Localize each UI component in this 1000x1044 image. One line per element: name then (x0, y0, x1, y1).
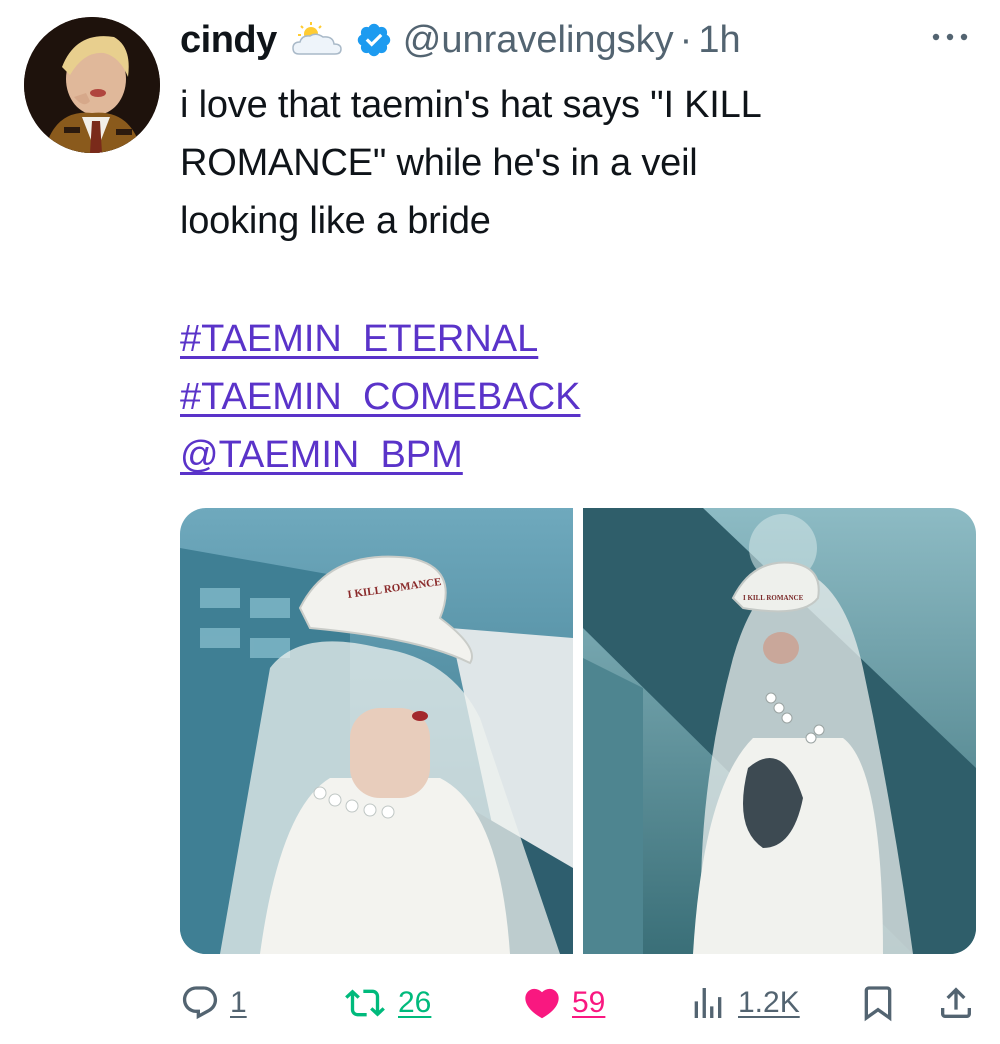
repost-count: 26 (398, 986, 432, 1019)
tweet-text-line: ROMANCE" while he's in a veil (180, 142, 698, 184)
cloud-sun-emoji-icon (289, 22, 345, 58)
share-icon (941, 987, 971, 1018)
views-icon (694, 988, 722, 1018)
like-icon (525, 988, 559, 1019)
views-button[interactable]: 1.2K (688, 980, 800, 1026)
separator-dot: · (679, 18, 693, 61)
hat-text: I KILL ROMANCE (743, 594, 804, 602)
media-photo[interactable]: I KILL ROMANCE (180, 508, 573, 954)
bookmark-button[interactable] (858, 980, 898, 1026)
reply-icon (182, 986, 218, 1020)
tweet-header: cindy @unravelingsky · 1h (180, 14, 741, 66)
views-count: 1.2K (738, 986, 800, 1019)
mention-link[interactable]: @TAEMIN_BPM (180, 426, 580, 484)
share-button[interactable] (936, 980, 976, 1026)
verified-badge-icon (355, 21, 393, 59)
reply-count: 1 (230, 986, 247, 1019)
hashtag-link[interactable]: #TAEMIN_ETERNAL (180, 310, 580, 368)
tweet-text-line: i love that taemin's hat says "I KILL (180, 84, 762, 126)
user-handle[interactable]: @unravelingsky (403, 19, 674, 62)
repost-icon (345, 989, 385, 1017)
reply-button[interactable]: 1 (180, 980, 247, 1026)
more-icon[interactable] (928, 22, 972, 52)
avatar-image (24, 17, 160, 153)
bookmark-icon (864, 986, 892, 1022)
tweet-text: i love that taemin's hat says "I KILL RO… (180, 76, 970, 250)
avatar[interactable] (24, 17, 160, 153)
action-bar: 1 26 59 1.2K (180, 980, 980, 1026)
like-button[interactable]: 59 (522, 980, 605, 1026)
media-grid: I KILL ROMANCE I KILL ROMANCE (180, 508, 976, 954)
like-count: 59 (572, 986, 606, 1019)
tweet-links: #TAEMIN_ETERNAL #TAEMIN_COMEBACK @TAEMIN… (180, 310, 580, 484)
repost-button[interactable]: 26 (342, 980, 431, 1026)
timestamp[interactable]: 1h (698, 19, 740, 62)
hashtag-link[interactable]: #TAEMIN_COMEBACK (180, 368, 580, 426)
media-photo[interactable]: I KILL ROMANCE (583, 508, 976, 954)
tweet-text-line: looking like a bride (180, 200, 491, 242)
display-name[interactable]: cindy (180, 19, 277, 62)
